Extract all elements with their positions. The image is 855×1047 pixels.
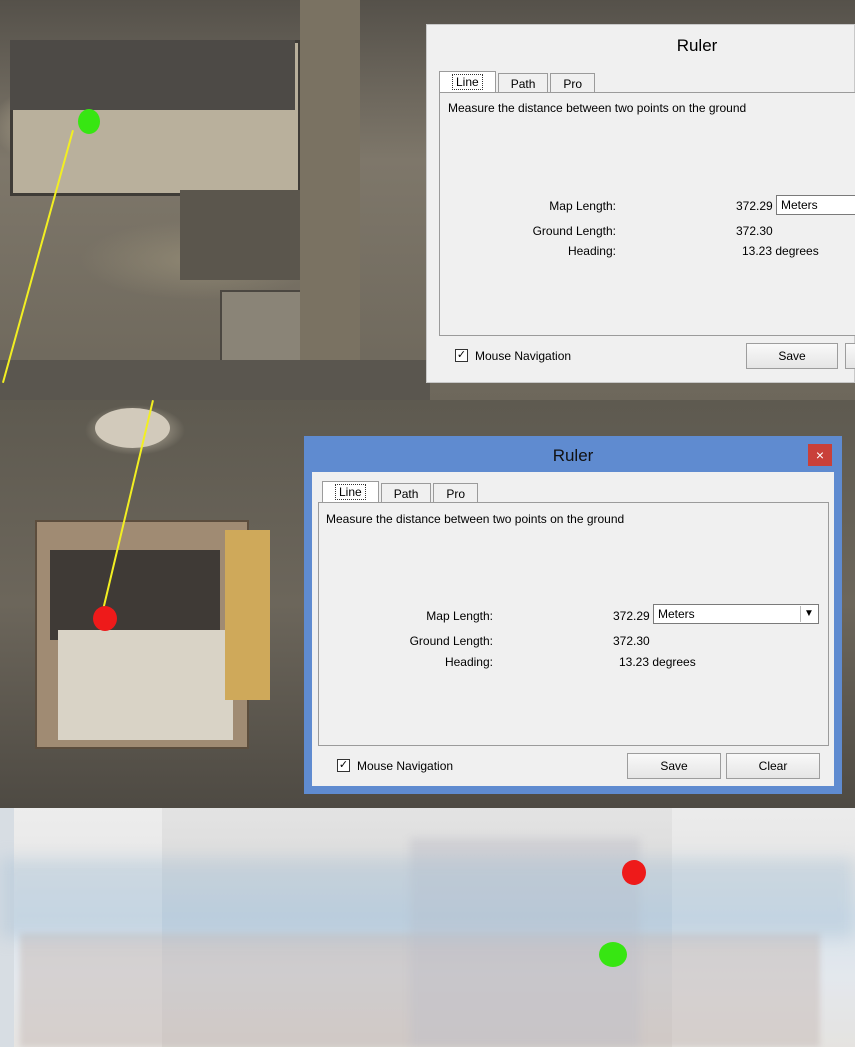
save-button[interactable]: Save	[627, 753, 721, 779]
map-length-value: 372.29	[736, 199, 773, 213]
street-view[interactable]	[0, 808, 855, 1047]
mouse-navigation-checkbox[interactable]: ✓	[455, 349, 468, 362]
building-roof-shadow	[10, 40, 295, 110]
units-select-value: Meters	[658, 607, 695, 621]
ground-length-label: Ground Length:	[532, 224, 616, 238]
units-select-value: Meters	[781, 198, 818, 212]
tab-bar: Line Path Pro	[322, 481, 480, 503]
start-marker[interactable]	[78, 109, 100, 134]
ground-length-label: Ground Length:	[409, 634, 493, 648]
tab-line[interactable]: Line	[322, 481, 379, 503]
tab-panel: Measure the distance between two points …	[439, 92, 855, 336]
tab-bar: Line Path Pro	[439, 71, 597, 93]
ground-length-value: 372.30	[613, 634, 650, 648]
ruler-dialog-cropped: Ruler Line Path Pro Measure the distance…	[426, 24, 855, 383]
ground-length-value: 372.30	[736, 224, 773, 238]
road	[300, 0, 360, 400]
tab-path[interactable]: Path	[380, 483, 432, 503]
units-select[interactable]: Meters ▼	[653, 604, 819, 624]
dialog-title: Ruler	[676, 36, 718, 55]
heading-label: Heading:	[444, 655, 493, 669]
building-edge	[225, 530, 270, 700]
tab-line-label: Line	[335, 484, 366, 500]
heading-value: 13.23 degrees	[619, 655, 696, 669]
end-marker[interactable]	[93, 606, 117, 631]
tab-line-label: Line	[452, 74, 483, 90]
chevron-down-icon[interactable]: ▼	[800, 606, 817, 622]
map-length-label: Map Length:	[549, 199, 616, 213]
tab-panel: Measure the distance between two points …	[318, 502, 829, 746]
end-marker[interactable]	[622, 860, 646, 885]
tab-path[interactable]: Path	[497, 73, 549, 93]
mouse-navigation-checkbox[interactable]: ✓	[337, 759, 350, 772]
dialog-client-area: Line Path Pro Measure the distance betwe…	[312, 472, 834, 786]
rubble-area	[180, 190, 300, 280]
tab-pro[interactable]: Pro	[550, 73, 596, 93]
building-roof	[58, 630, 233, 740]
units-select[interactable]: Meters	[776, 195, 855, 215]
building-shadow	[50, 550, 220, 640]
heading-label: Heading:	[567, 244, 616, 258]
map-length-label: Map Length:	[426, 609, 493, 623]
description: Measure the distance between two points …	[326, 512, 625, 526]
save-button[interactable]: Save	[746, 343, 838, 369]
dialog-title: Ruler	[552, 446, 594, 465]
clear-button[interactable]: Clear	[726, 753, 820, 779]
blurred-trees	[0, 858, 855, 938]
description: Measure the distance between two points …	[448, 101, 747, 115]
tab-pro[interactable]: Pro	[433, 483, 479, 503]
mouse-navigation-label: Mouse Navigation	[357, 759, 454, 773]
mouse-navigation-label: Mouse Navigation	[475, 349, 572, 363]
clear-button-partial[interactable]	[845, 343, 855, 369]
start-marker[interactable]	[599, 942, 627, 967]
tab-line[interactable]: Line	[439, 71, 496, 93]
map-length-value: 372.29	[613, 609, 650, 623]
close-button[interactable]: ×	[808, 444, 832, 466]
heading-value: 13.23 degrees	[742, 244, 819, 258]
puddle	[95, 408, 170, 448]
lower-strip	[0, 360, 430, 400]
ruler-dialog: Ruler × Line Path Pro Measure the distan…	[304, 436, 842, 794]
